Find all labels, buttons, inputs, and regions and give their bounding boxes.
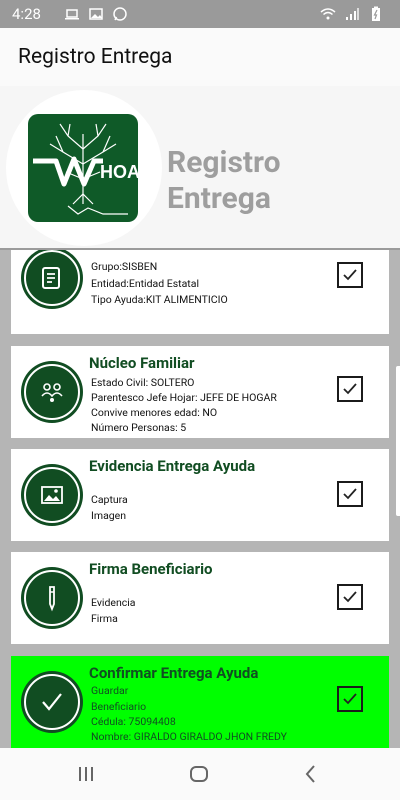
card-firma-beneficiario[interactable]: Firma Beneficiario Evidencia Firma bbox=[11, 552, 389, 644]
card-line: Guardar bbox=[91, 684, 129, 697]
check-icon bbox=[343, 383, 357, 395]
card-grupo[interactable]: Grupo:SISBEN Entidad:Entidad Estatal Tip… bbox=[11, 250, 389, 334]
image-icon bbox=[41, 486, 63, 504]
gallery-icon bbox=[89, 8, 103, 20]
card-icon bbox=[24, 364, 80, 420]
checkbox[interactable] bbox=[337, 376, 363, 402]
card-line: Grupo:SISBEN bbox=[91, 260, 158, 273]
card-line: Imagen bbox=[91, 509, 127, 522]
card-line: Número Personas: 5 bbox=[91, 421, 187, 434]
whatsapp-icon bbox=[113, 7, 127, 21]
card-title: Núcleo Familiar bbox=[89, 354, 195, 372]
card-line: Estado Civil: SOLTERO bbox=[91, 376, 195, 389]
navigation-bar bbox=[0, 748, 400, 800]
scroll-edge[interactable] bbox=[396, 366, 400, 516]
header-title: Registro Entrega bbox=[167, 145, 281, 217]
back-icon[interactable] bbox=[299, 762, 323, 786]
wifi-icon bbox=[320, 8, 336, 20]
checkbox[interactable] bbox=[337, 686, 363, 712]
notification-icons bbox=[64, 6, 128, 22]
check-icon bbox=[343, 488, 357, 500]
card-evidencia-entrega[interactable]: Evidencia Entrega Ayuda Captura Imagen bbox=[11, 449, 389, 541]
system-icons bbox=[320, 6, 384, 22]
card-line: Entidad:Entidad Estatal bbox=[91, 277, 199, 290]
laptop-icon bbox=[65, 9, 79, 20]
checkbox[interactable] bbox=[337, 262, 363, 288]
card-icon bbox=[24, 467, 80, 523]
card-line: Convive menores edad: NO bbox=[91, 406, 218, 419]
card-line: Captura bbox=[91, 493, 128, 506]
card-line: Beneficiario bbox=[91, 700, 147, 713]
whoak-logo: HOAK bbox=[28, 114, 153, 222]
recent-apps-icon[interactable] bbox=[74, 762, 98, 786]
card-title: Evidencia Entrega Ayuda bbox=[89, 457, 256, 475]
check-icon bbox=[343, 591, 357, 603]
card-line: Cédula: 75094408 bbox=[91, 715, 176, 728]
home-icon[interactable] bbox=[187, 762, 211, 786]
card-line: Firma bbox=[91, 612, 118, 625]
confirm-check-icon bbox=[42, 693, 62, 711]
card-icon bbox=[24, 570, 80, 626]
pen-icon bbox=[49, 586, 55, 612]
check-icon bbox=[343, 269, 357, 281]
signal-icon bbox=[346, 8, 359, 20]
check-icon bbox=[343, 693, 357, 705]
battery-icon bbox=[372, 6, 380, 21]
logo-text: HOAK bbox=[100, 162, 153, 182]
checkbox[interactable] bbox=[337, 481, 363, 507]
card-title: Confirmar Entrega Ayuda bbox=[89, 664, 259, 682]
card-icon bbox=[24, 250, 80, 306]
card-confirmar-entrega[interactable]: Confirmar Entrega Ayuda Guardar Benefici… bbox=[11, 656, 389, 748]
card-line: Tipo Ayuda:KIT ALIMENTICIO bbox=[91, 293, 228, 306]
card-list[interactable]: Grupo:SISBEN Entidad:Entidad Estatal Tip… bbox=[0, 250, 400, 748]
card-nucleo-familiar[interactable]: Núcleo Familiar Estado Civil: SOLTERO Pa… bbox=[11, 346, 389, 438]
header-title-line2: Entrega bbox=[167, 181, 271, 216]
header-title-line1: Registro bbox=[167, 145, 281, 180]
app-bar: Registro Entrega bbox=[0, 28, 400, 86]
card-line: Nombre: GIRALDO GIRALDO JHON FREDY bbox=[91, 730, 287, 743]
family-icon bbox=[41, 383, 63, 402]
status-bar: 4:28 bbox=[0, 0, 400, 28]
status-time: 4:28 bbox=[12, 5, 41, 23]
card-line: Parentesco Jefe Hojar: JEFE DE HOGAR bbox=[91, 391, 277, 404]
card-title: Firma Beneficiario bbox=[89, 560, 213, 578]
card-icon bbox=[24, 674, 80, 730]
card-line: Evidencia bbox=[91, 596, 136, 609]
checkbox[interactable] bbox=[337, 584, 363, 610]
document-icon bbox=[42, 267, 60, 289]
app-title: Registro Entrega bbox=[18, 45, 173, 69]
